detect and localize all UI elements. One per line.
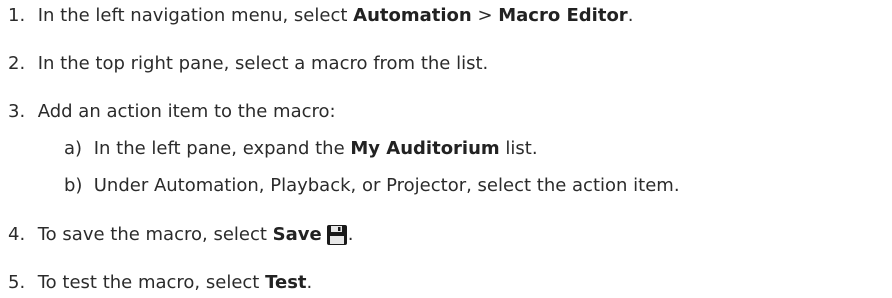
- substep-text: In the left pane, expand the: [93, 138, 351, 159]
- step-text: Add an action item to the macro:: [37, 101, 336, 122]
- step-text: To test the macro, select: [37, 272, 266, 293]
- step-number: 5.: [8, 272, 26, 293]
- my-auditorium-label: My Auditorium: [350, 138, 500, 159]
- substep-letter: a): [64, 138, 83, 159]
- floppy-disk-save-icon: [326, 224, 348, 246]
- step-number: 1.: [8, 5, 26, 26]
- test-label: Test: [265, 272, 307, 293]
- substep-3a: a) In the left pane, expand the My Audit…: [64, 137, 538, 161]
- step-text: To save the macro, select: [37, 224, 273, 245]
- step-number: 2.: [8, 53, 26, 74]
- substep-text: Under Automation, Playback, or Projector…: [93, 175, 680, 196]
- step-2: 2. In the top right pane, select a macro…: [8, 52, 488, 76]
- period: .: [347, 224, 354, 245]
- menu-automation: Automation: [353, 5, 472, 26]
- step-text: In the top right pane, select a macro fr…: [37, 53, 489, 74]
- substep-letter: b): [64, 175, 83, 196]
- substep-3b: b) Under Automation, Playback, or Projec…: [64, 174, 680, 198]
- step-1: 1. In the left navigation menu, select A…: [8, 4, 633, 28]
- separator: >: [471, 5, 499, 26]
- step-4: 4. To save the macro, select Save .: [8, 223, 353, 247]
- instruction-steps: 1. In the left navigation menu, select A…: [0, 0, 892, 298]
- period: .: [627, 5, 634, 26]
- step-5: 5. To test the macro, select Test.: [8, 271, 312, 295]
- substep-text-end: list.: [499, 138, 538, 159]
- step-3: 3. Add an action item to the macro:: [8, 100, 336, 124]
- step-number: 3.: [8, 101, 26, 122]
- step-number: 4.: [8, 224, 26, 245]
- menu-macro-editor: Macro Editor: [498, 5, 628, 26]
- step-text: In the left navigation menu, select: [37, 5, 354, 26]
- save-label: Save: [272, 224, 322, 245]
- period: .: [306, 272, 313, 293]
